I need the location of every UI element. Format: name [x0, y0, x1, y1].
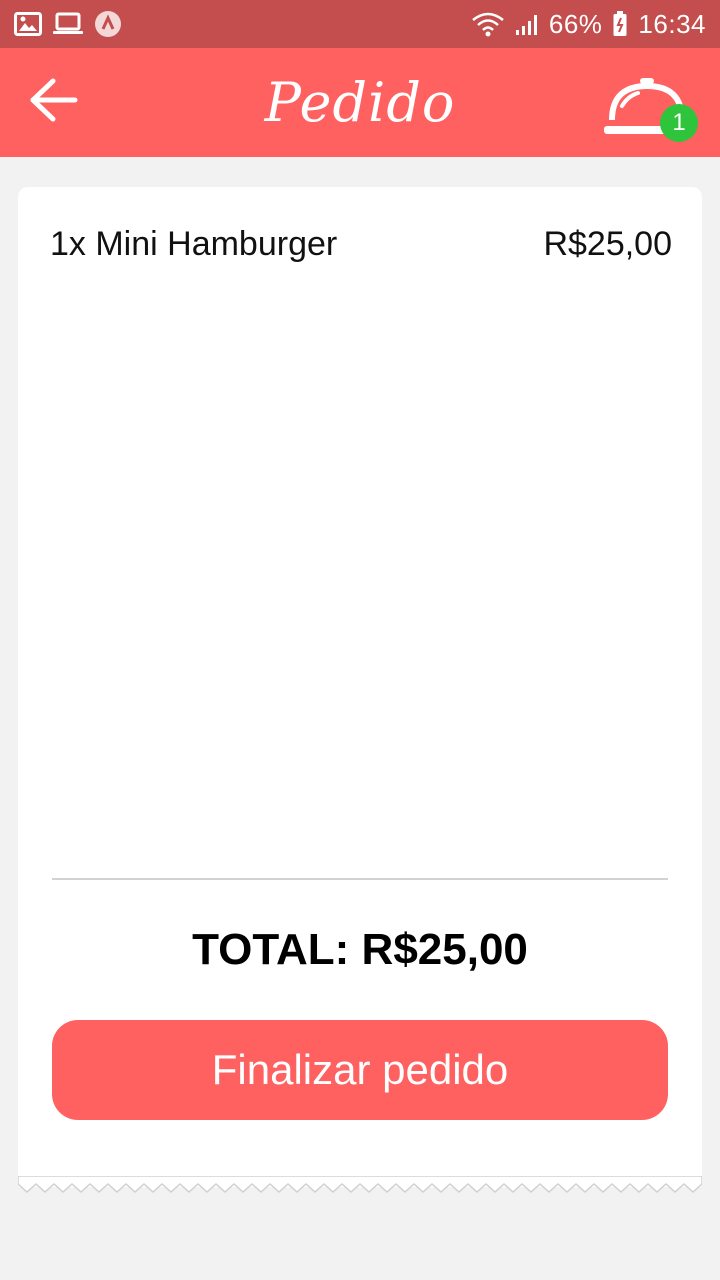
cart-count-badge: 1	[660, 104, 698, 142]
battery-icon	[612, 11, 628, 37]
app-bar: Pedido 1	[0, 48, 720, 157]
item-label: 1x Mini Hamburger	[50, 225, 338, 263]
arrow-left-icon	[29, 78, 79, 127]
image-icon	[14, 12, 42, 36]
status-bar: 66% 16:34	[0, 0, 720, 48]
signal-icon	[515, 12, 539, 36]
list-item[interactable]: 1x Mini Hamburger R$25,00	[50, 225, 672, 264]
item-price: R$25,00	[543, 225, 672, 263]
app-notification-icon	[94, 10, 122, 38]
status-bar-left	[14, 10, 122, 38]
status-bar-right: 66% 16:34	[471, 9, 706, 40]
order-total: TOTAL: R$25,00	[192, 925, 528, 974]
laptop-icon	[52, 12, 84, 36]
clock: 16:34	[638, 8, 706, 39]
battery-percent: 66%	[548, 8, 603, 39]
divider	[52, 878, 668, 880]
wifi-icon	[471, 10, 505, 38]
back-button[interactable]	[18, 70, 90, 134]
receipt-zigzag-edge	[18, 1176, 702, 1194]
order-card: 1x Mini Hamburger R$25,00 TOTAL: R$25,00…	[18, 187, 702, 1187]
finalize-order-button[interactable]: Finalizar pedido	[52, 1020, 668, 1120]
